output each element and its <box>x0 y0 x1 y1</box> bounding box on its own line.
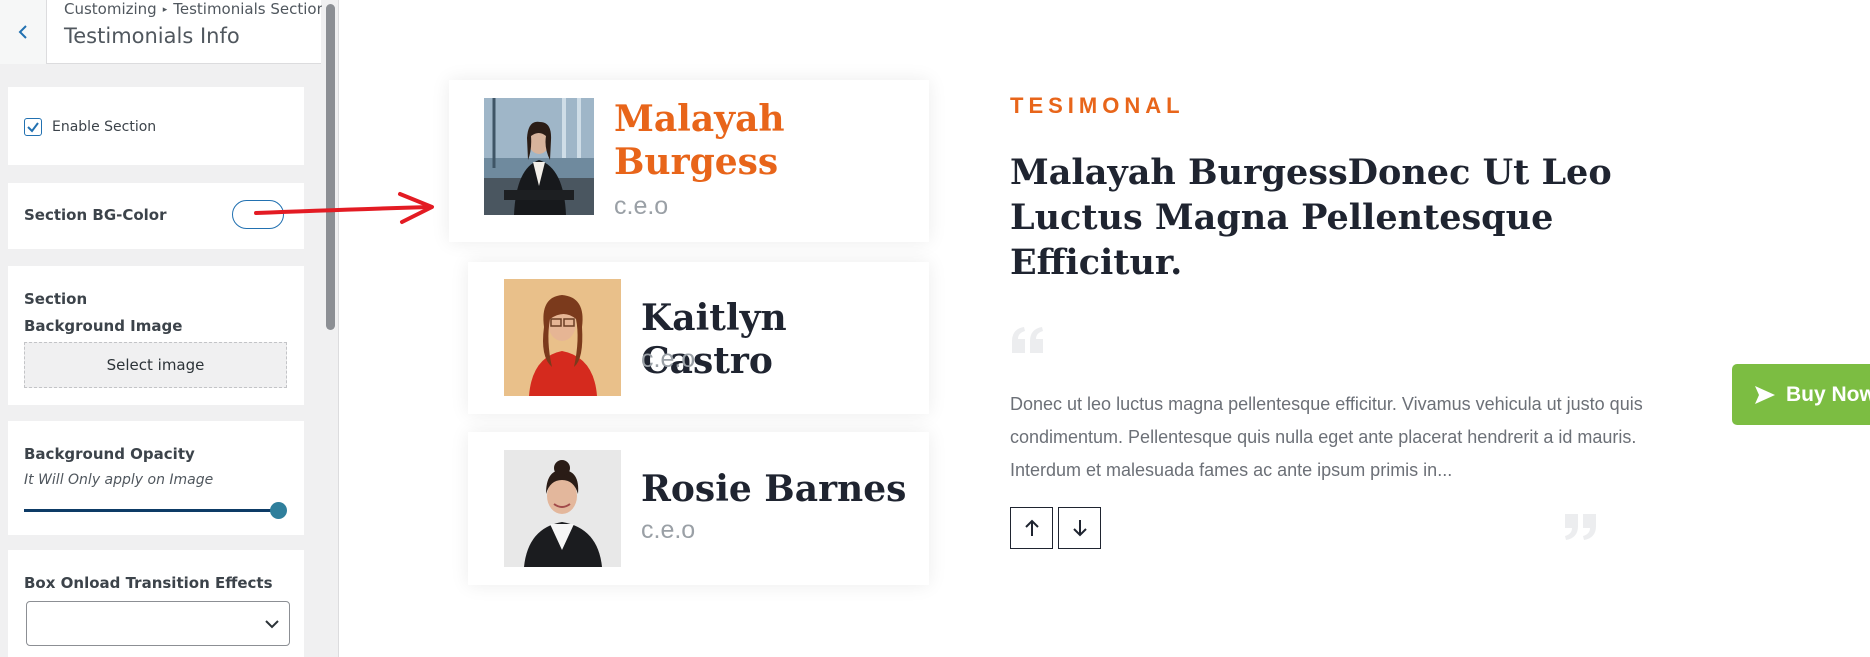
arrow-down-icon <box>1072 520 1087 537</box>
bg-color-control: Section BG-Color <box>8 183 304 249</box>
send-icon <box>1755 385 1775 404</box>
bg-color-toggle[interactable] <box>232 200 284 229</box>
quote-close-icon <box>1565 514 1596 540</box>
bg-image-label: Section Background Image <box>24 290 183 335</box>
sidebar-scrollbar-thumb[interactable] <box>326 4 335 330</box>
enable-section-label: Enable Section <box>52 119 157 135</box>
buy-now-label: Buy Now <box>1786 382 1870 406</box>
testimonial-card-active[interactable]: Malayah Burgess c.e.o <box>449 80 929 242</box>
testimonial-photo <box>504 279 621 396</box>
testimonial-photo <box>504 450 621 567</box>
select-image-button[interactable]: Select image <box>24 342 287 388</box>
opacity-slider-handle[interactable] <box>270 502 287 519</box>
transition-control: Box Onload Transition Effects <box>8 550 304 657</box>
quote-open-icon <box>1012 327 1043 353</box>
checkmark-icon <box>27 122 39 133</box>
bg-opacity-description: It Will Only apply on Image <box>24 472 214 488</box>
testimonial-role: c.e.o <box>641 516 696 544</box>
breadcrumb-root: Customizing <box>64 0 157 18</box>
breadcrumb-separator-icon: ▸ <box>162 5 168 15</box>
testimonial-role: c.e.o <box>641 345 696 373</box>
back-button[interactable] <box>0 0 47 64</box>
testimonial-name: Rosie Barnes <box>641 468 907 510</box>
testimonial-card[interactable]: Kaitlyn Castro c.e.o <box>468 262 929 414</box>
bg-opacity-control: Background Opacity It Will Only apply on… <box>8 421 304 535</box>
customizer-sidebar: Customizing ▸ Testimonials Section Testimo… <box>0 0 339 657</box>
breadcrumb-section: Testimonials Section <box>173 0 327 18</box>
breadcrumb: Customizing ▸ Testimonials Section <box>64 0 326 18</box>
testimonial-role: c.e.o <box>614 192 669 220</box>
prev-testimonial-button[interactable] <box>1010 507 1053 549</box>
arrow-up-icon <box>1024 519 1039 536</box>
testimonial-body: Donec ut leo luctus magna pellentesque e… <box>1010 394 1643 480</box>
testimonial-name: Malayah Burgess <box>614 98 785 184</box>
enable-section-control: Enable Section <box>8 87 304 165</box>
enable-section-row[interactable]: Enable Section <box>24 118 156 136</box>
testimonial-photo <box>484 98 594 215</box>
section-eyebrow: TESIMONAL <box>1010 93 1185 118</box>
panel-header: Customizing ▸ Testimonials Section Testimo… <box>0 0 326 64</box>
buy-now-button[interactable]: Buy Now <box>1732 364 1870 425</box>
opacity-slider-track[interactable] <box>24 509 280 512</box>
site-preview: Malayah Burgess c.e.o Kaitlyn Castro c.e… <box>340 0 1870 657</box>
bg-image-control: Section Background Image Select image <box>8 266 304 405</box>
transition-select[interactable] <box>26 601 290 646</box>
testimonial-card[interactable]: Rosie Barnes c.e.o <box>468 432 929 585</box>
bg-opacity-label: Background Opacity <box>24 445 195 463</box>
chevron-down-icon <box>265 620 279 629</box>
panel-title: Testimonials Info <box>64 24 240 48</box>
enable-section-checkbox[interactable] <box>24 118 42 136</box>
chevron-left-icon <box>18 25 27 39</box>
sidebar-scrollbar[interactable] <box>322 0 338 657</box>
transition-label: Box Onload Transition Effects <box>24 574 273 592</box>
bg-color-label: Section BG-Color <box>24 206 167 224</box>
next-testimonial-button[interactable] <box>1058 507 1101 549</box>
testimonial-headline: Malayah BurgessDonec Ut Leo Luctus Magna… <box>1010 152 1612 283</box>
